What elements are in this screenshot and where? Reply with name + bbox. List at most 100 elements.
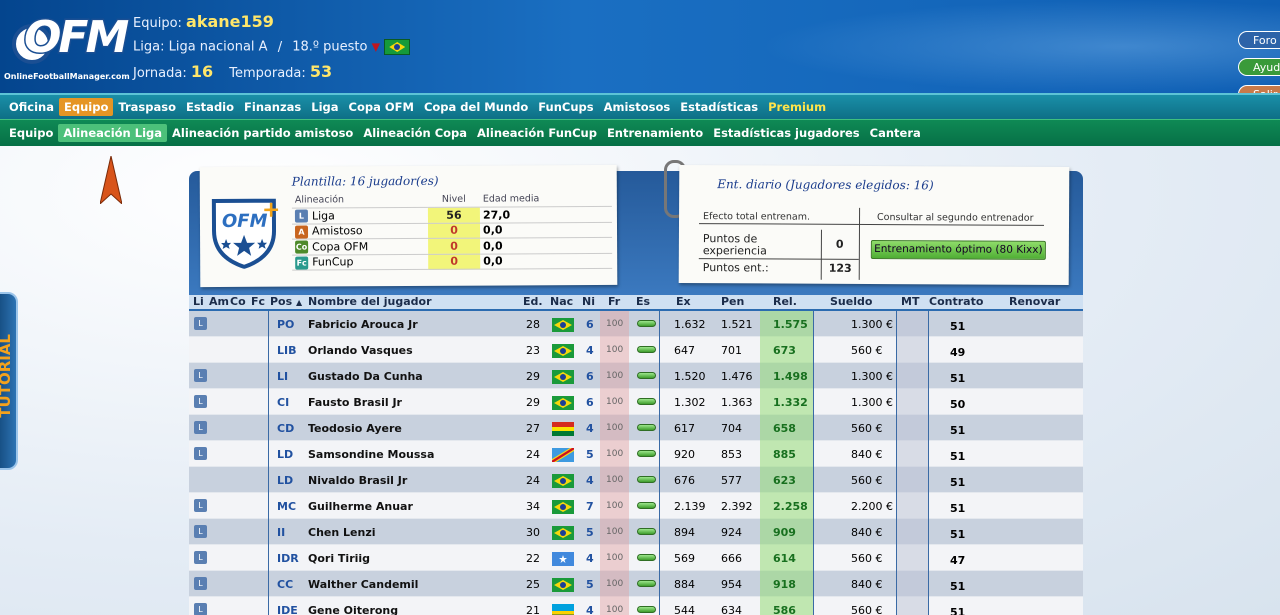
player-salary: 1.300 € [851,370,893,383]
alineacion-row[interactable]: A Amistoso 0 0,0 [291,221,613,240]
mt-column-bg [896,597,928,615]
player-name[interactable]: Gustado Da Cunha [308,370,423,383]
liga-lineup-icon[interactable]: L [194,525,207,538]
col-ed[interactable]: Ed. [523,295,543,308]
col-nac[interactable]: Nac [550,295,573,308]
liga-lineup-icon[interactable]: L [194,447,207,460]
player-row[interactable]: L MC Guilherme Anuar 34 7 100 2.139 2.392 2.258 2… [189,493,1083,519]
player-level: 4 [586,422,594,435]
player-freshness: 100 [606,579,624,589]
player-contract: 47 [950,554,966,567]
subnav-alineación-funcup[interactable]: Alineación FunCup [472,124,602,142]
player-age: 29 [526,396,540,409]
optimal-training-button[interactable]: Entrenamiento óptimo (80 Kixx) [870,239,1046,260]
player-row[interactable]: L CD Teodosio Ayere 27 4 100 617 704 658 560 € 51 [189,415,1083,441]
player-pen: 2.392 [721,500,753,513]
player-pen: 1.363 [721,396,753,409]
subnav-alineación-liga[interactable]: Alineación Liga [58,124,168,142]
col-sueldo[interactable]: Sueldo [830,295,872,308]
player-row[interactable]: L IDE Gene Oiterong 21 4 100 544 634 586 560 € 51 [189,597,1083,615]
col-am[interactable]: Am [209,295,229,308]
liga-lineup-icon[interactable]: L [194,499,207,512]
col-es[interactable]: Es [636,295,650,308]
nav-equipo[interactable]: Equipo [59,98,114,116]
player-row[interactable]: L PO Fabricio Arouca Jr 28 6 100 1.632 1.521 1.5… [189,311,1083,337]
player-name[interactable]: Guilherme Anuar [308,500,413,513]
player-name[interactable]: Gene Oiterong [308,604,398,615]
player-salary: 840 € [851,448,883,461]
nav-finanzas[interactable]: Finanzas [239,98,306,116]
liga-lineup-icon[interactable]: L [194,577,207,590]
player-row[interactable]: L LI Gustado Da Cunha 29 6 100 1.520 1.476 1.498… [189,363,1083,389]
subnav-cantera[interactable]: Cantera [865,124,926,142]
subnav-alineación-copa[interactable]: Alineación Copa [358,124,472,142]
player-name[interactable]: Nivaldo Brasil Jr [308,474,407,487]
subnav-entrenamiento[interactable]: Entrenamiento [602,124,708,142]
player-name[interactable]: Teodosio Ayere [308,422,402,435]
subnav-equipo[interactable]: Equipo [4,124,58,142]
alineacion-row[interactable]: Co Copa OFM 0 0,0 [292,237,613,255]
player-age: 24 [526,448,540,461]
player-name[interactable]: Walther Candemil [308,578,418,591]
nav-amistosos[interactable]: Amistosos [599,98,676,116]
nav-funcups[interactable]: FunCups [533,98,598,116]
col-renovar[interactable]: Renovar [1009,295,1060,308]
nav-premium[interactable]: Premium [763,98,831,116]
status-pill-icon [637,528,656,535]
player-name[interactable]: Samsondine Moussa [308,448,434,461]
player-row[interactable]: LD Nivaldo Brasil Jr 24 4 100 676 577 623 560 € 5… [189,467,1083,493]
col-pen[interactable]: Pen [721,295,744,308]
col-contrato[interactable]: Contrato [929,295,983,308]
player-row[interactable]: L LD Samsondine Moussa 24 5 100 920 853 885 840 €… [189,441,1083,467]
nav-liga[interactable]: Liga [306,98,343,116]
liga-lineup-icon[interactable]: L [194,551,207,564]
col-rel[interactable]: Rel. [773,295,797,308]
player-row[interactable]: L CI Fausto Brasil Jr 29 6 100 1.302 1.363 1.332… [189,389,1083,415]
col-co[interactable]: Co [230,295,246,308]
player-name[interactable]: Chen Lenzi [308,526,376,539]
league-name[interactable]: Liga nacional A [169,40,268,55]
liga-lineup-icon[interactable]: L [194,317,207,330]
alineacion-row[interactable]: Fc FunCup 0 0,0 [292,252,613,271]
subnav-alineación-partido-amistoso[interactable]: Alineación partido amistoso [167,124,358,142]
player-exp: 617 [674,422,695,435]
player-name[interactable]: Orlando Vasques [308,344,413,357]
col-mt[interactable]: MT [901,295,919,308]
col-li[interactable]: Li [193,295,204,308]
liga-lineup-icon[interactable]: L [194,421,207,434]
player-level: 4 [586,552,594,565]
tutorial-tab[interactable]: TUTORIAL [0,292,18,470]
nav-estadio[interactable]: Estadio [181,98,239,116]
player-name[interactable]: Qori Tiriig [308,552,370,565]
player-row[interactable]: LIB Orlando Vasques 23 4 100 647 701 673 560 € 49 [189,337,1083,363]
col-pos[interactable]: Pos [270,295,292,308]
player-position: CI [277,396,290,409]
player-row[interactable]: L IDR Qori Tiriig 22 4 100 569 666 614 560 € 47 [189,545,1083,571]
forum-button[interactable]: Foro [1238,31,1280,49]
liga-lineup-icon[interactable]: L [194,603,207,615]
player-row[interactable]: L CC Walther Candemil 25 5 100 884 954 918 840 € 5… [189,571,1083,597]
liga-lineup-icon[interactable]: L [194,395,207,408]
col-nombre-del-jugador[interactable]: Nombre del jugador [308,295,432,308]
nationality-flag-icon [552,604,574,615]
nav-estadísticas[interactable]: Estadísticas [675,98,763,116]
col-ex[interactable]: Ex [676,295,691,308]
alineacion-row[interactable]: L Liga 56 27,0 [291,206,612,224]
player-name[interactable]: Fabricio Arouca Jr [308,318,418,331]
nav-copa-ofm[interactable]: Copa OFM [344,98,419,116]
ofm-logo[interactable]: OFM OnlineFootballManager.com [4,6,131,88]
liga-lineup-icon[interactable]: L [194,369,207,382]
nav-copa-del-mundo[interactable]: Copa del Mundo [419,98,533,116]
col-fc[interactable]: Fc [251,295,265,308]
nav-oficina[interactable]: Oficina [4,98,59,116]
col-ni[interactable]: Ni [582,295,595,308]
col-fr[interactable]: Fr [608,295,620,308]
help-button[interactable]: Ayuda [1238,58,1280,76]
subnav-estadísticas-jugadores[interactable]: Estadísticas jugadores [708,124,864,142]
player-contract: 50 [950,398,966,411]
sort-arrow-icon[interactable]: ▲ [296,298,302,307]
player-rel: 586 [773,604,796,615]
nav-traspaso[interactable]: Traspaso [113,98,181,116]
player-name[interactable]: Fausto Brasil Jr [308,396,402,409]
player-row[interactable]: L II Chen Lenzi 30 5 100 894 924 909 840 € 51 [189,519,1083,545]
